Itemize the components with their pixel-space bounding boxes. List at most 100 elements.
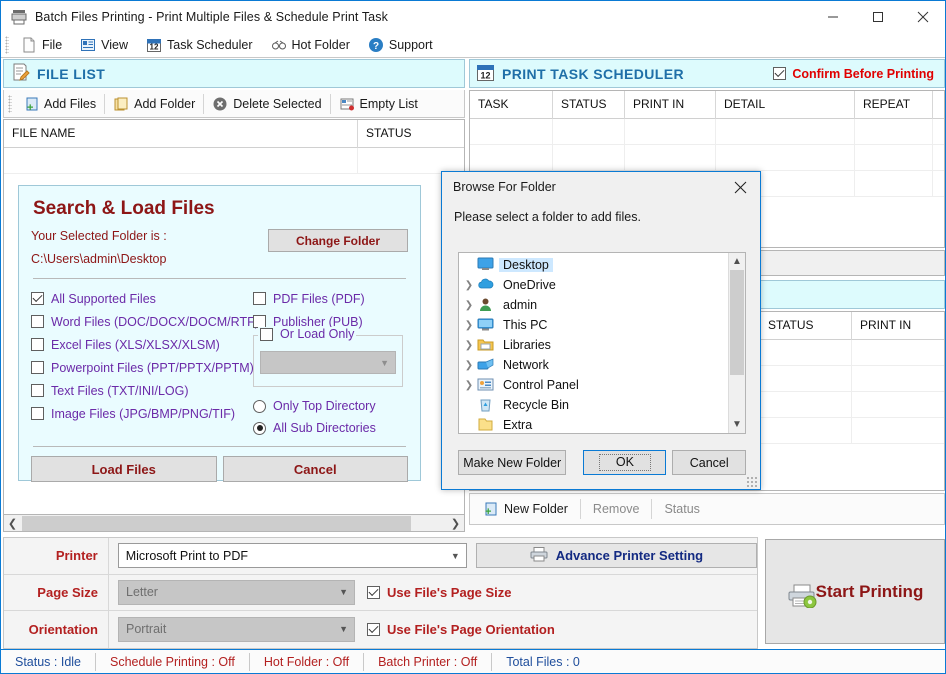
radio-button[interactable] — [253, 399, 266, 413]
row-cell — [760, 392, 852, 418]
chevron-right-icon[interactable]: ❯ — [461, 300, 477, 311]
chevron-right-icon[interactable]: ❯ — [461, 360, 477, 371]
add-files-button[interactable]: + Add Files — [15, 92, 104, 116]
checkbox-text-files[interactable]: Text Files (TXT/INI/LOG) — [31, 379, 253, 402]
tree-item-desktop[interactable]: Desktop — [461, 255, 728, 275]
change-folder-button[interactable]: Change Folder — [268, 229, 408, 252]
checkbox-box[interactable] — [31, 292, 44, 305]
checkbox-image-files[interactable]: Image Files (JPG/BMP/PNG/TIF) — [31, 402, 253, 425]
file-list-horizontal-scrollbar[interactable]: ❮ ❯ — [3, 515, 465, 532]
checkbox-box[interactable] — [31, 361, 44, 374]
column-print-in[interactable]: PRINT IN — [625, 91, 716, 119]
row-cell — [4, 148, 358, 174]
tree-item-admin[interactable]: ❯ admin — [461, 295, 728, 315]
folder-tree[interactable]: Desktop ❯ OneDrive ❯ admin ❯ This PC ❯ L… — [458, 252, 746, 434]
remove-button[interactable]: Remove — [581, 502, 652, 516]
checkbox-use-files-page-size[interactable]: Use File's Page Size — [367, 585, 511, 600]
checkbox-box[interactable] — [31, 407, 44, 420]
tree-item-recycle-bin[interactable]: Recycle Bin — [461, 395, 728, 415]
delete-selected-button[interactable]: Delete Selected — [204, 92, 329, 116]
checkbox-all-supported-files[interactable]: All Supported Files — [31, 287, 253, 310]
checkbox-box[interactable] — [31, 338, 44, 351]
column-task[interactable]: TASK — [470, 91, 553, 119]
toolbar-grip[interactable] — [5, 35, 9, 54]
checkbox-box[interactable] — [367, 622, 380, 636]
radio-button[interactable] — [253, 421, 266, 435]
make-new-folder-button[interactable]: Make New Folder — [458, 450, 567, 475]
cancel-search-button[interactable]: Cancel — [222, 456, 408, 482]
scroll-left-icon[interactable]: ❮ — [4, 516, 21, 531]
minimize-icon[interactable] — [810, 1, 855, 32]
column-print-in[interactable]: PRINT IN — [852, 312, 932, 340]
tree-item-this-pc[interactable]: ❯ This PC — [461, 315, 728, 335]
checkbox-excel-files[interactable]: Excel Files (XLS/XLSX/XLSM) — [31, 333, 253, 356]
toolbar-grip-2[interactable] — [8, 94, 12, 113]
table-row[interactable] — [470, 145, 944, 171]
maximize-icon[interactable] — [855, 1, 900, 32]
ok-button[interactable]: OK — [583, 450, 667, 475]
cancel-button[interactable]: Cancel — [672, 450, 746, 475]
tree-item-extra[interactable]: Extra — [461, 415, 728, 433]
printer-select[interactable]: Microsoft Print to PDF ▼ — [117, 543, 467, 569]
confirm-checkbox-box[interactable] — [773, 67, 787, 80]
column-status[interactable]: STATUS — [553, 91, 625, 119]
checkbox-box[interactable] — [367, 585, 380, 599]
radio-only-top-directory[interactable]: Only Top Directory — [253, 395, 408, 417]
menu-item-hot-folder[interactable]: Hot Folder — [262, 34, 359, 56]
column-repeat[interactable]: REPEAT — [855, 91, 933, 119]
batch-printer-status: Batch Printer : Off — [378, 654, 478, 669]
column-detail[interactable]: DETAIL — [716, 91, 855, 119]
column-status[interactable]: STATUS — [760, 312, 852, 340]
checkbox-pdf-files[interactable]: PDF Files (PDF) — [253, 287, 408, 310]
tree-item-network[interactable]: ❯ Network — [461, 355, 728, 375]
tree-item-libraries[interactable]: ❯ Libraries — [461, 335, 728, 355]
tree-item-onedrive[interactable]: ❯ OneDrive — [461, 275, 728, 295]
close-icon[interactable] — [900, 1, 945, 32]
resize-grip[interactable] — [746, 476, 757, 487]
load-files-button[interactable]: Load Files — [31, 456, 217, 482]
scrollbar-thumb[interactable] — [22, 515, 411, 531]
chevron-right-icon[interactable]: ❯ — [461, 280, 477, 291]
table-row[interactable] — [4, 148, 464, 174]
advance-printer-setting-button[interactable]: Advance Printer Setting — [475, 543, 757, 569]
menu-item-support[interactable]: ? Support — [359, 34, 442, 56]
add-folder-button[interactable]: Add Folder — [105, 92, 203, 116]
checkbox-box[interactable] — [260, 327, 273, 341]
start-printing-button[interactable]: Start Printing — [765, 539, 945, 644]
checkbox-box[interactable] — [31, 315, 44, 328]
application-window: Batch Files Printing - Print Multiple Fi… — [0, 0, 946, 674]
checkbox-word-files[interactable]: Word Files (DOC/DOCX/DOCM/RTF) — [31, 310, 259, 333]
empty-list-button[interactable]: Empty List — [331, 92, 426, 116]
menu-item-file[interactable]: File — [12, 34, 71, 56]
chevron-right-icon[interactable]: ❯ — [461, 340, 477, 351]
radio-all-sub-directories[interactable]: All Sub Directories — [253, 417, 408, 439]
menu-item-task-scheduler[interactable]: 12 Task Scheduler — [137, 34, 261, 56]
scroll-up-icon[interactable]: ▲ — [729, 253, 745, 270]
orientation-select[interactable]: Portrait ▼ — [118, 616, 355, 642]
load-only-dropdown[interactable]: ▼ — [260, 351, 396, 374]
table-row[interactable] — [470, 119, 944, 145]
folder-tree-scrollbar[interactable]: ▲ ▼ — [728, 253, 745, 433]
menu-item-view[interactable]: View — [71, 34, 137, 56]
column-status[interactable]: STATUS — [358, 120, 464, 148]
scrollbar-thumb[interactable] — [730, 270, 744, 375]
page-size-select[interactable]: Letter ▼ — [118, 579, 355, 605]
tree-item-control-panel[interactable]: ❯ Control Panel — [461, 375, 728, 395]
close-icon[interactable] — [720, 172, 760, 202]
new-folder-button[interactable]: + New Folder — [470, 501, 580, 518]
chevron-right-icon[interactable]: ❯ — [461, 380, 477, 391]
confirm-before-printing-checkbox[interactable]: Confirm Before Printing — [773, 67, 938, 81]
scrollbar-track[interactable] — [412, 516, 447, 531]
column-file-name[interactable]: FILE NAME — [4, 120, 358, 148]
checkbox-or-load-only[interactable]: Or Load Only — [258, 327, 357, 341]
scrollbar-track[interactable] — [729, 270, 745, 416]
checkbox-box[interactable] — [31, 384, 44, 397]
checkbox-use-files-page-orientation[interactable]: Use File's Page Orientation — [367, 622, 555, 637]
status-button[interactable]: Status — [652, 502, 711, 516]
chevron-right-icon[interactable]: ❯ — [461, 320, 477, 331]
checkbox-box[interactable] — [253, 292, 266, 305]
scroll-right-icon[interactable]: ❯ — [447, 516, 464, 531]
checkbox-powerpoint-files[interactable]: Powerpoint Files (PPT/PPTX/PPTM) — [31, 356, 254, 379]
scroll-down-icon[interactable]: ▼ — [729, 416, 745, 433]
status-label: Status — [664, 502, 700, 516]
